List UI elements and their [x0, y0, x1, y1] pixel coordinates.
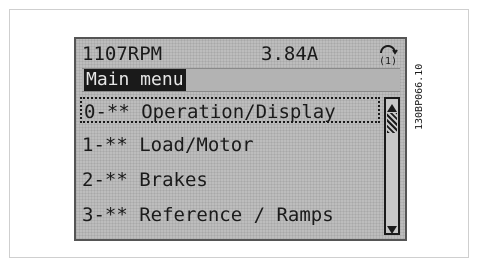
current-readout: 3.84A	[261, 43, 319, 65]
menu-item-label: 0-** Operation/Display	[84, 101, 336, 123]
scroll-down-icon[interactable]	[386, 221, 398, 234]
scroll-thumb[interactable]	[387, 113, 397, 133]
menu-item-reference-ramps[interactable]: 3-** Reference / Ramps	[80, 202, 380, 228]
scrollbar[interactable]	[384, 97, 400, 235]
menu-header: Main menu	[82, 68, 400, 92]
menu-item-brakes[interactable]: 2-** Brakes	[80, 167, 380, 193]
scroll-up-icon[interactable]	[386, 99, 398, 112]
lcd-display: 1107RPM 3.84A (1) Main menu 0-** Operati…	[74, 37, 407, 241]
menu-item-label: 2-** Brakes	[82, 169, 208, 191]
speed-readout: 1107RPM	[82, 43, 163, 65]
menu-item-operation-display[interactable]: 0-** Operation/Display	[80, 97, 380, 123]
menu-item-label: 1-** Load/Motor	[82, 134, 254, 156]
setup-number: (1)	[379, 56, 397, 66]
figure-reference-code: 130BP066.10	[414, 63, 425, 130]
menu-title: Main menu	[84, 69, 186, 91]
menu-item-load-motor[interactable]: 1-** Load/Motor	[80, 132, 380, 158]
menu-item-label: 3-** Reference / Ramps	[82, 204, 334, 226]
hand-auto-icon: (1)	[374, 42, 402, 67]
